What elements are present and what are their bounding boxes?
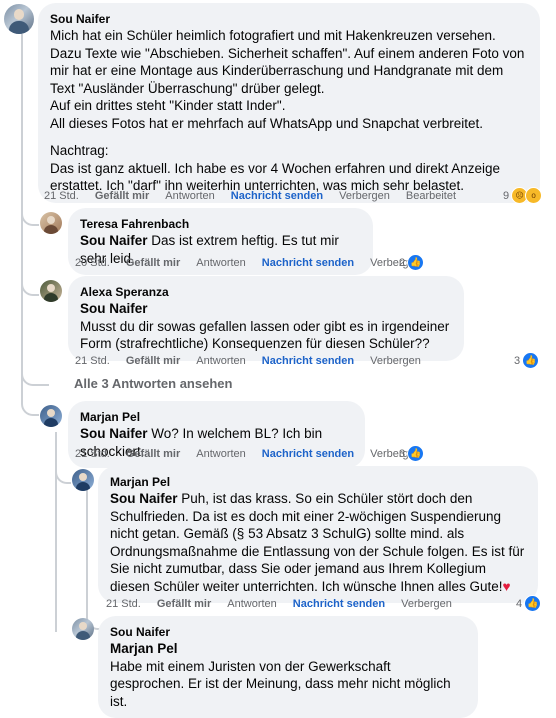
thread-connector <box>21 192 39 226</box>
mention-link[interactable]: Sou Naifer <box>80 300 452 318</box>
comment-text: Sou Naifer Puh, ist das krass. So ein Sc… <box>110 490 526 595</box>
comment-body: Habe mit einem Juristen von der Gewerksc… <box>110 658 451 709</box>
message-button[interactable]: Nachricht senden <box>262 257 354 269</box>
comment-paragraph: Mich hat ein Schüler heimlich fotografie… <box>50 28 525 96</box>
like-icon: 👍 <box>524 595 542 612</box>
like-button[interactable]: Gefällt mir <box>126 448 180 460</box>
reply-button[interactable]: Antworten <box>196 355 246 367</box>
timestamp[interactable]: 21 Std. <box>106 598 141 610</box>
reaction-summary[interactable]: 3 👍 <box>399 445 425 462</box>
comment-body: Puh, ist das krass. So ein Schüler stört… <box>110 491 525 594</box>
reply-button[interactable]: Antworten <box>196 448 246 460</box>
reply-button[interactable]: Antworten <box>227 598 277 610</box>
like-button[interactable]: Gefällt mir <box>95 190 149 202</box>
mention-link[interactable]: Sou Naifer <box>80 426 148 441</box>
avatar[interactable] <box>40 280 62 302</box>
message-button[interactable]: Nachricht senden <box>231 190 323 202</box>
comment-bubble: Sou Naifer Mich hat ein Schüler heimlich… <box>38 3 540 203</box>
reaction-summary[interactable]: 3 👍 <box>514 352 540 369</box>
thread-connector <box>21 362 49 386</box>
reply-button[interactable]: Antworten <box>196 257 246 269</box>
reaction-summary[interactable]: 4 👍 <box>516 595 542 612</box>
view-replies-link[interactable]: Alle 3 Antworten ansehen <box>74 376 232 391</box>
thread-connector <box>21 262 39 296</box>
like-button[interactable]: Gefällt mir <box>126 257 180 269</box>
edited-label: Bearbeitet <box>405 190 457 202</box>
comment-bubble: Marjan Pel Sou Naifer Puh, ist das krass… <box>98 466 538 603</box>
comment-paragraph: All dieses Fotos hat er mehrfach auf Wha… <box>50 115 483 131</box>
hide-button[interactable]: Verbergen <box>370 355 421 367</box>
thread-connector <box>21 396 39 416</box>
timestamp[interactable]: 21 Std. <box>75 355 110 367</box>
like-button[interactable]: Gefällt mir <box>126 355 180 367</box>
comment-author[interactable]: Alexa Speranza <box>80 284 452 300</box>
hide-button[interactable]: Verbergen <box>401 598 452 610</box>
mention-link[interactable]: Marjan Pel <box>110 640 466 658</box>
comment-bubble: Alexa Speranza Sou Naifer Musst du dir s… <box>68 276 464 361</box>
comment-author[interactable]: Marjan Pel <box>110 474 526 490</box>
comment-actions: 21 Std. Gefällt mir Antworten Nachricht … <box>44 190 456 202</box>
like-button[interactable]: Gefällt mir <box>157 598 211 610</box>
like-icon: 👍 <box>407 445 425 462</box>
comment-text: Marjan Pel Habe mit einem Juristen von d… <box>110 640 466 710</box>
avatar[interactable] <box>40 212 62 234</box>
comment-text: Mich hat ein Schüler heimlich fotografie… <box>50 27 528 195</box>
avatar[interactable] <box>40 405 62 427</box>
avatar[interactable] <box>72 469 94 491</box>
comment-body: Musst du dir sowas gefallen lassen oder … <box>80 318 450 352</box>
comment-author[interactable]: Sou Naifer <box>50 11 528 27</box>
timestamp[interactable]: 21 Std. <box>44 190 79 202</box>
reaction-summary[interactable]: 2 👍 <box>399 254 425 271</box>
heart-emoji: ♥ <box>502 578 511 594</box>
reaction-count: 2 <box>399 256 406 269</box>
timestamp[interactable]: 20 Std. <box>75 257 110 269</box>
like-icon: 👍 <box>522 352 540 369</box>
avatar[interactable] <box>4 4 34 34</box>
comment-paragraph: Auf ein drittes steht "Kinder statt Inde… <box>50 98 286 113</box>
comment-author[interactable]: Marjan Pel <box>80 409 353 425</box>
wow-reaction-icon: o <box>525 187 543 204</box>
comment-paragraph: Nachtrag: <box>50 143 109 158</box>
thread-connector <box>55 460 71 484</box>
message-button[interactable]: Nachricht senden <box>262 355 354 367</box>
timestamp[interactable]: 21 Std. <box>75 448 110 460</box>
reaction-count: 3 <box>399 447 406 460</box>
comment-author[interactable]: Teresa Fahrenbach <box>80 216 361 232</box>
thread-line-sub2 <box>86 490 88 610</box>
comment-actions: 21 Std. Gefällt mir Antworten Nachricht … <box>75 355 421 367</box>
avatar[interactable] <box>72 618 94 640</box>
reply-button[interactable]: Antworten <box>165 190 215 202</box>
comment-actions: 21 Std. Gefällt mir Antworten Nachricht … <box>106 598 452 610</box>
comment-actions: 21 Std. Gefällt mir Antworten Nachricht … <box>75 448 421 460</box>
comment-bubble: Sou Naifer Marjan Pel Habe mit einem Jur… <box>98 616 478 718</box>
reaction-count: 3 <box>514 354 521 367</box>
message-button[interactable]: Nachricht senden <box>293 598 385 610</box>
mention-link[interactable]: Sou Naifer <box>80 233 148 248</box>
reaction-summary[interactable]: 9 ☹ o <box>503 187 543 204</box>
like-icon: 👍 <box>407 254 425 271</box>
reaction-count: 9 <box>503 189 510 202</box>
message-button[interactable]: Nachricht senden <box>262 448 354 460</box>
comment-actions: 20 Std. Gefällt mir Antworten Nachricht … <box>75 257 421 269</box>
mention-link[interactable]: Sou Naifer <box>110 491 178 506</box>
comment-author[interactable]: Sou Naifer <box>110 624 466 640</box>
comment-text: Sou Naifer Musst du dir sowas gefallen l… <box>80 300 452 353</box>
reaction-count: 4 <box>516 597 523 610</box>
hide-button[interactable]: Verbergen <box>339 190 390 202</box>
